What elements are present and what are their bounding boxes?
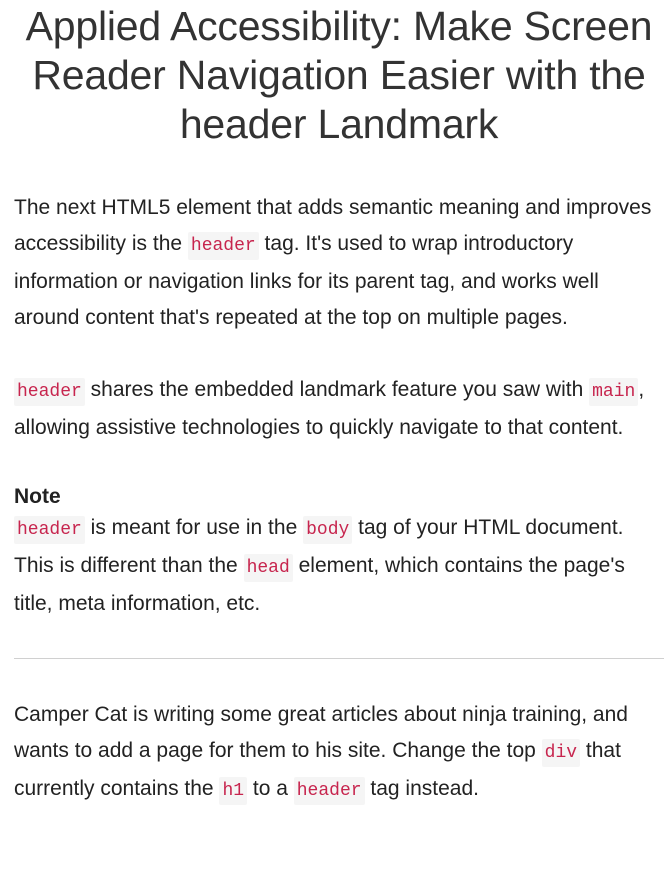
text-span: shares the embedded landmark feature you… bbox=[84, 378, 590, 401]
description-paragraph-2: header shares the embedded landmark feat… bbox=[14, 372, 668, 446]
code-body: body bbox=[303, 516, 353, 544]
page-title: Applied Accessibility: Make Screen Reade… bbox=[25, 3, 653, 147]
text-span: tag instead. bbox=[364, 777, 479, 800]
code-main: main bbox=[589, 378, 639, 406]
code-head: head bbox=[243, 554, 293, 582]
challenge-description: Applied Accessibility: Make Screen Reade… bbox=[0, 2, 668, 890]
note-heading: Note bbox=[14, 485, 61, 508]
description-paragraph-1: The next HTML5 element that adds semanti… bbox=[14, 190, 668, 336]
code-header: header bbox=[187, 232, 259, 260]
section-divider bbox=[14, 658, 664, 659]
text-span: is meant for use in the bbox=[84, 516, 304, 539]
code-div: div bbox=[541, 739, 581, 767]
code-header: header bbox=[14, 378, 85, 406]
code-header: header bbox=[293, 777, 365, 805]
instructions-paragraph: Camper Cat is writing some great article… bbox=[14, 697, 668, 809]
code-header: header bbox=[14, 516, 85, 544]
text-span: to a bbox=[247, 777, 294, 800]
text-span: Camper Cat is writing some great article… bbox=[14, 703, 628, 762]
code-h1: h1 bbox=[219, 777, 248, 805]
note-paragraph: header is meant for use in the body tag … bbox=[14, 510, 668, 622]
